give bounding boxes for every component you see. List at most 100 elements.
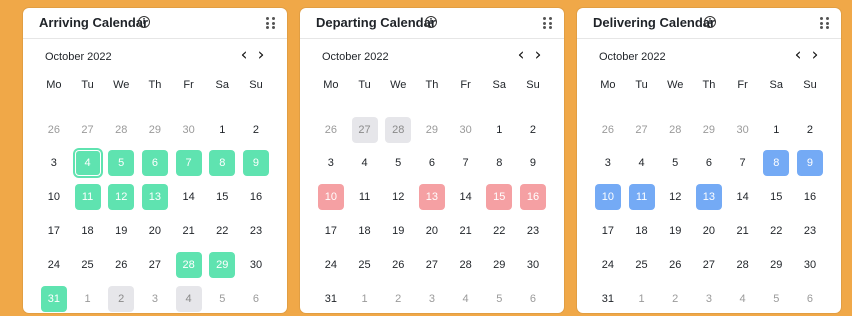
calendar-day[interactable]: 30 (449, 113, 483, 147)
calendar-day[interactable]: 16 (516, 180, 550, 214)
calendar-day[interactable]: 14 (172, 180, 206, 214)
calendar-day[interactable]: 30 (172, 113, 206, 147)
calendar-day[interactable]: 30 (239, 248, 273, 282)
calendar-day[interactable]: 25 (625, 248, 659, 282)
calendar-day[interactable]: 4 (172, 282, 206, 316)
calendar-day[interactable]: 26 (591, 113, 625, 147)
calendar-day[interactable]: 5 (759, 282, 793, 316)
calendar-day[interactable]: 2 (793, 113, 827, 147)
calendar-day[interactable]: 7 (449, 147, 483, 181)
calendar-day[interactable]: 28 (726, 248, 760, 282)
prev-month-button[interactable]: ‹ (791, 46, 805, 64)
calendar-day[interactable]: 18 (625, 214, 659, 248)
calendar-day[interactable]: 30 (793, 248, 827, 282)
calendar-day[interactable]: 1 (71, 282, 105, 316)
calendar-day[interactable]: 6 (793, 282, 827, 316)
calendar-day[interactable]: 29 (692, 113, 726, 147)
calendar-day[interactable]: 29 (759, 248, 793, 282)
calendar-day[interactable]: 4 (348, 147, 382, 181)
calendar-day[interactable]: 15 (205, 180, 239, 214)
calendar-day[interactable]: 20 (692, 214, 726, 248)
calendar-day[interactable]: 4 (71, 147, 105, 181)
calendar-day[interactable]: 4 (449, 282, 483, 316)
calendar-day[interactable]: 6 (138, 147, 172, 181)
calendar-day[interactable]: 13 (138, 180, 172, 214)
calendar-day[interactable]: 26 (104, 248, 138, 282)
calendar-day[interactable]: 9 (793, 147, 827, 181)
calendar-day[interactable]: 27 (138, 248, 172, 282)
calendar-day[interactable]: 27 (415, 248, 449, 282)
calendar-day[interactable]: 15 (759, 180, 793, 214)
info-icon[interactable]: i (425, 16, 437, 28)
calendar-day[interactable]: 2 (516, 113, 550, 147)
calendar-day[interactable]: 31 (314, 282, 348, 316)
calendar-day[interactable]: 20 (415, 214, 449, 248)
prev-month-button[interactable]: ‹ (237, 46, 251, 64)
calendar-day[interactable]: 23 (793, 214, 827, 248)
calendar-day[interactable]: 4 (625, 147, 659, 181)
calendar-day[interactable]: 4 (726, 282, 760, 316)
calendar-day[interactable]: 26 (381, 248, 415, 282)
next-month-button[interactable]: › (808, 46, 822, 64)
calendar-day[interactable]: 2 (239, 113, 273, 147)
calendar-day[interactable]: 1 (625, 282, 659, 316)
calendar-day[interactable]: 29 (415, 113, 449, 147)
calendar-day[interactable]: 23 (239, 214, 273, 248)
calendar-day[interactable]: 3 (314, 147, 348, 181)
calendar-day[interactable]: 24 (37, 248, 71, 282)
calendar-day[interactable]: 12 (658, 180, 692, 214)
calendar-day[interactable]: 9 (516, 147, 550, 181)
calendar-day[interactable]: 28 (104, 113, 138, 147)
calendar-day[interactable]: 27 (71, 113, 105, 147)
calendar-day[interactable]: 25 (348, 248, 382, 282)
calendar-day[interactable]: 23 (516, 214, 550, 248)
calendar-day[interactable]: 17 (37, 214, 71, 248)
info-icon[interactable]: i (138, 16, 150, 28)
calendar-day[interactable]: 22 (482, 214, 516, 248)
calendar-day[interactable]: 10 (37, 180, 71, 214)
calendar-day[interactable]: 7 (172, 147, 206, 181)
calendar-day[interactable]: 8 (205, 147, 239, 181)
calendar-day[interactable]: 10 (591, 180, 625, 214)
calendar-day[interactable]: 20 (138, 214, 172, 248)
calendar-day[interactable]: 21 (449, 214, 483, 248)
calendar-day[interactable]: 18 (71, 214, 105, 248)
calendar-day[interactable]: 22 (759, 214, 793, 248)
calendar-day[interactable]: 9 (239, 147, 273, 181)
prev-month-button[interactable]: ‹ (514, 46, 528, 64)
calendar-day[interactable]: 3 (138, 282, 172, 316)
calendar-day[interactable]: 16 (239, 180, 273, 214)
calendar-day[interactable]: 14 (449, 180, 483, 214)
calendar-day[interactable]: 1 (348, 282, 382, 316)
calendar-day[interactable]: 3 (37, 147, 71, 181)
calendar-day[interactable]: 6 (415, 147, 449, 181)
calendar-day[interactable]: 31 (37, 282, 71, 316)
calendar-day[interactable]: 18 (348, 214, 382, 248)
calendar-day[interactable]: 27 (625, 113, 659, 147)
calendar-day[interactable]: 8 (759, 147, 793, 181)
calendar-day[interactable]: 30 (516, 248, 550, 282)
calendar-day[interactable]: 5 (104, 147, 138, 181)
next-month-button[interactable]: › (254, 46, 268, 64)
calendar-day[interactable]: 13 (692, 180, 726, 214)
calendar-day[interactable]: 6 (516, 282, 550, 316)
calendar-day[interactable]: 7 (726, 147, 760, 181)
calendar-day[interactable]: 28 (172, 248, 206, 282)
calendar-day[interactable]: 17 (591, 214, 625, 248)
calendar-day[interactable]: 28 (658, 113, 692, 147)
calendar-day[interactable]: 3 (591, 147, 625, 181)
calendar-day[interactable]: 22 (205, 214, 239, 248)
calendar-day[interactable]: 11 (71, 180, 105, 214)
calendar-day[interactable]: 3 (415, 282, 449, 316)
calendar-day[interactable]: 26 (37, 113, 71, 147)
calendar-day[interactable]: 25 (71, 248, 105, 282)
calendar-day[interactable]: 29 (482, 248, 516, 282)
calendar-day[interactable]: 17 (314, 214, 348, 248)
calendar-day[interactable]: 6 (692, 147, 726, 181)
calendar-day[interactable]: 12 (381, 180, 415, 214)
calendar-day[interactable]: 26 (314, 113, 348, 147)
calendar-day[interactable]: 30 (726, 113, 760, 147)
calendar-day[interactable]: 15 (482, 180, 516, 214)
calendar-day[interactable]: 1 (759, 113, 793, 147)
next-month-button[interactable]: › (531, 46, 545, 64)
